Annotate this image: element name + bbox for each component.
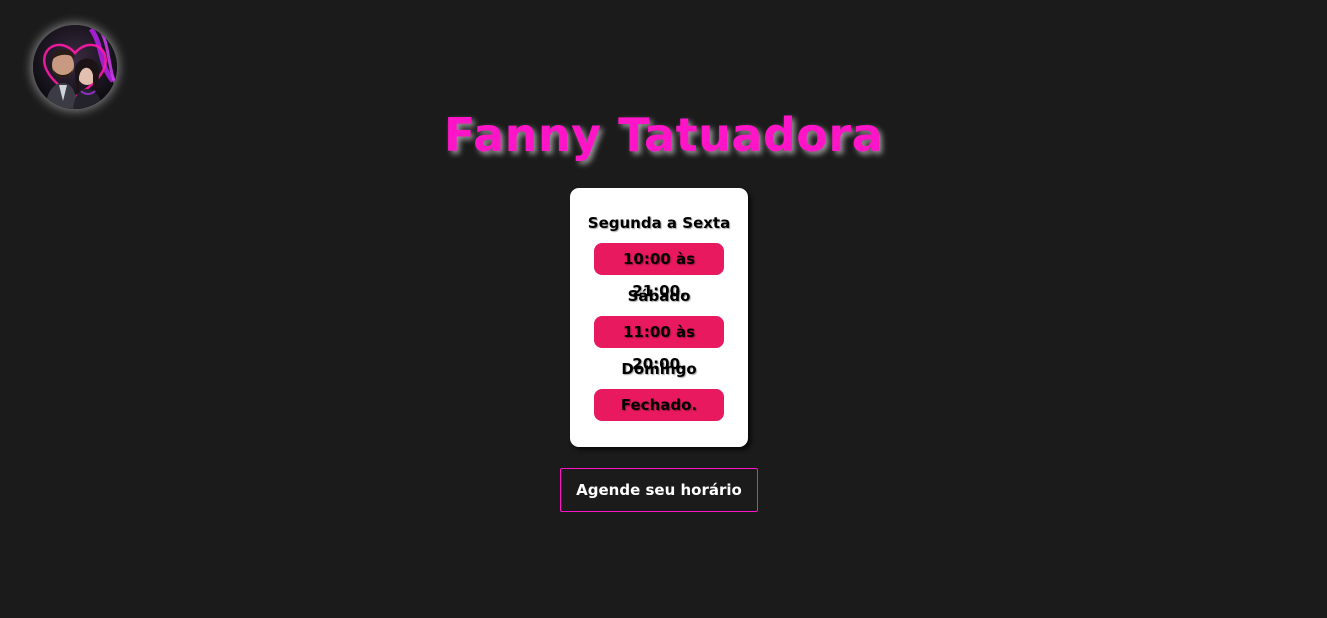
page: Fanny Tatuadora Segunda a Sexta 10:00 às… <box>0 0 1327 618</box>
schedule-weekdays: Segunda a Sexta 10:00 às 21:00. <box>570 213 748 300</box>
book-appointment-button[interactable]: Agende seu horário <box>560 468 758 512</box>
avatar <box>33 25 117 109</box>
hours-badge: 10:00 às 21:00. <box>594 243 724 300</box>
page-title: Fanny Tatuadora <box>443 108 884 162</box>
hours-badge: 11:00 às 20:00. <box>594 316 724 373</box>
opening-hours-card: Segunda a Sexta 10:00 às 21:00. Sábado 1… <box>570 188 748 447</box>
profile-photo-icon <box>33 25 117 109</box>
day-label: Sábado <box>627 287 691 305</box>
hours-badge: Fechado. <box>594 389 724 421</box>
schedule-sunday: Domingo Fechado. <box>570 359 748 421</box>
day-label: Domingo <box>621 360 697 378</box>
schedule-saturday: Sábado 11:00 às 20:00. <box>570 286 748 373</box>
day-label: Segunda a Sexta <box>587 214 731 232</box>
